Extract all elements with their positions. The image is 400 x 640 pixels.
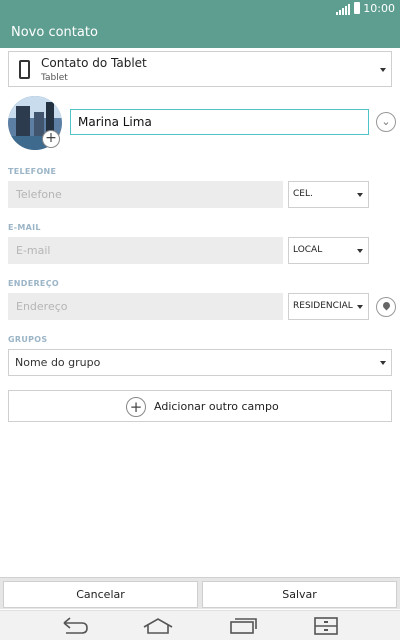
address-type-select[interactable]: RESIDENCIAL xyxy=(288,293,369,320)
section-label-phone: TELEFONE xyxy=(8,167,57,176)
status-bar: 10:00 xyxy=(0,0,400,18)
address-input[interactable]: Endereço xyxy=(8,293,283,320)
expand-icon[interactable]: ⌄ xyxy=(376,112,396,132)
dropdown-caret-icon xyxy=(357,305,363,309)
location-icon[interactable] xyxy=(376,297,396,317)
add-photo-icon[interactable]: + xyxy=(42,130,60,148)
status-time: 10:00 xyxy=(363,2,395,15)
group-placeholder: Nome do grupo xyxy=(15,356,101,369)
page-title: Novo contato xyxy=(11,25,98,40)
tablet-icon xyxy=(19,60,30,79)
account-type: Tablet xyxy=(41,73,68,83)
signal-icon xyxy=(336,4,350,15)
add-field-button[interactable]: + Adicionar outro campo xyxy=(8,390,392,422)
add-icon: + xyxy=(126,397,146,417)
email-type-select[interactable]: LOCAL xyxy=(288,237,369,264)
menu-icon[interactable] xyxy=(308,615,344,637)
section-label-email: E-MAIL xyxy=(8,223,41,232)
cancel-button[interactable]: Cancelar xyxy=(3,581,198,608)
address-type-label: RESIDENCIAL xyxy=(293,301,353,311)
battery-icon xyxy=(354,2,360,14)
section-label-groups: GRUPOS xyxy=(8,335,48,344)
account-name: Contato do Tablet xyxy=(41,56,147,70)
save-button[interactable]: Salvar xyxy=(202,581,397,608)
account-selector[interactable]: Contato do Tablet Tablet xyxy=(8,51,392,87)
add-field-label: Adicionar outro campo xyxy=(154,400,279,413)
dropdown-caret-icon xyxy=(380,68,386,72)
action-bar: Cancelar Salvar xyxy=(0,577,400,609)
dropdown-caret-icon xyxy=(357,193,363,197)
name-input[interactable]: Marina Lima xyxy=(70,109,369,135)
phone-type-label: CEL. xyxy=(293,189,313,199)
navigation-bar xyxy=(0,610,400,640)
phone-type-select[interactable]: CEL. xyxy=(288,181,369,208)
dropdown-caret-icon xyxy=(357,249,363,253)
phone-input[interactable]: Telefone xyxy=(8,181,283,208)
back-icon[interactable] xyxy=(56,615,92,637)
home-icon[interactable] xyxy=(140,615,176,637)
email-type-label: LOCAL xyxy=(293,245,323,255)
recent-apps-icon[interactable] xyxy=(225,615,261,637)
dropdown-caret-icon xyxy=(380,361,386,365)
group-select[interactable]: Nome do grupo xyxy=(8,349,392,376)
app-bar: Novo contato xyxy=(0,18,400,48)
email-input[interactable]: E-mail xyxy=(8,237,283,264)
section-label-address: ENDEREÇO xyxy=(8,279,59,288)
